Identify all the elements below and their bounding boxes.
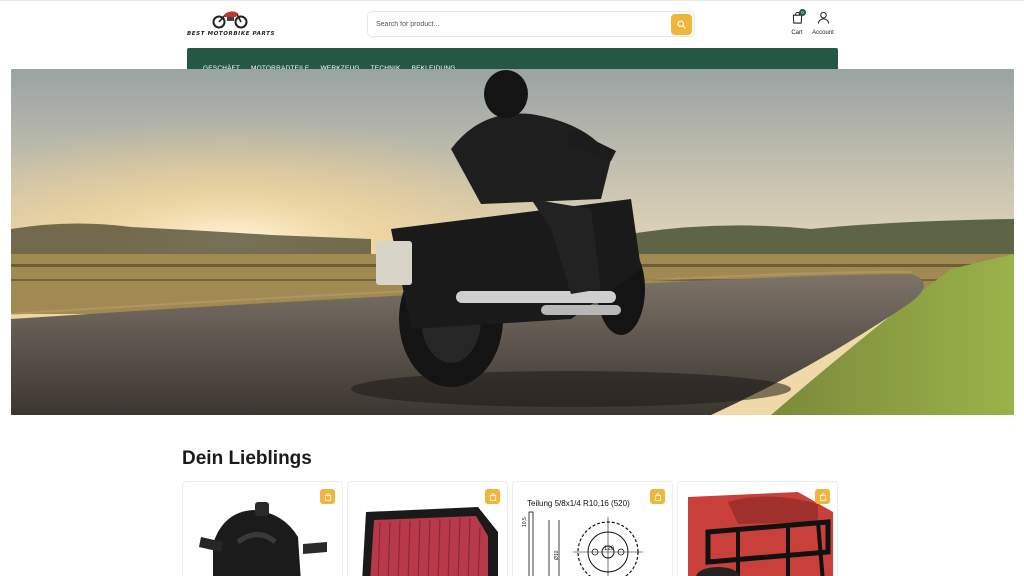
dimension-label: Ø10 [554,550,560,560]
dimension-label: 10,5 [522,517,528,527]
cart-label: Cart [791,30,803,36]
search-input[interactable] [376,17,666,32]
section-title: Dein Lieblings [182,448,312,469]
user-icon [817,11,829,24]
cart-button[interactable]: 0 Cart [788,9,806,36]
drawing-label: Teilung 5/8x1/4 R10,16 (520) [527,499,630,508]
product-card[interactable] [182,481,343,576]
product-image [688,492,833,576]
product-card[interactable]: Teilung 5/8x1/4 R10,16 (520) 120 10,5 Ø1… [512,481,673,576]
search-icon [677,20,686,29]
account-label: Account [812,30,834,36]
search-button[interactable] [671,14,692,35]
product-card[interactable] [347,481,508,576]
add-to-cart-button[interactable] [320,489,335,504]
product-image [362,507,498,576]
logo[interactable]: BEST MOTORBIKE PARTS [187,9,276,39]
product-image [199,502,327,576]
shopping-bag-icon [324,492,331,501]
top-divider [0,0,1024,1]
search-bar [367,11,695,37]
add-to-cart-button[interactable] [815,489,830,504]
add-to-cart-button[interactable] [485,489,500,504]
shopping-bag-icon [819,492,826,501]
hero-banner[interactable] [11,69,1014,415]
dimension-label: 120 [604,546,615,552]
cart-count-badge: 0 [799,9,806,16]
account-button[interactable]: Account [809,11,837,36]
logo-text: BEST MOTORBIKE PARTS [187,31,276,37]
product-card[interactable] [677,481,838,576]
shopping-bag-icon [489,492,496,501]
hero-image [11,69,1014,415]
product-image: Teilung 5/8x1/4 R10,16 (520) 120 10,5 Ø1… [522,499,643,576]
motorbike-logo-icon [212,11,248,29]
shopping-bag-icon [654,492,661,501]
add-to-cart-button[interactable] [650,489,665,504]
